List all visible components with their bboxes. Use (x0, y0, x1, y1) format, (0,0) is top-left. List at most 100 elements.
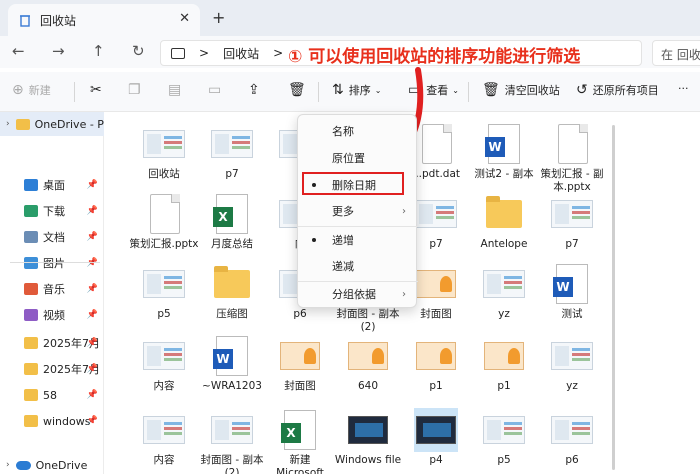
sidebar-item-label: 图片 (43, 257, 65, 270)
menu-item-group-by[interactable]: 分组依据 › (298, 281, 418, 307)
pin-icon[interactable]: 📌 (87, 258, 98, 268)
pin-icon[interactable]: 📌 (87, 416, 98, 426)
sidebar-item-onedrive[interactable]: › OneDrive (0, 454, 104, 474)
breadcrumb-recycle-bin[interactable]: 回收站 (223, 45, 259, 62)
file-item[interactable]: p7 (197, 122, 267, 181)
sidebar-item[interactable]: 图片 📌 (0, 252, 104, 274)
search-input[interactable]: 在 回收站 (652, 40, 700, 66)
file-item[interactable]: Windows file (333, 408, 403, 467)
menu-item-name[interactable]: 名称 (298, 118, 418, 144)
tab-title: 回收站 (40, 13, 77, 28)
file-item[interactable]: W ~WRA1203 (197, 334, 267, 393)
sidebar-item[interactable]: 58 📌 (0, 384, 104, 406)
delete-button[interactable]: 🗑 (288, 82, 311, 98)
sidebar-item[interactable]: 文档 📌 (0, 226, 104, 248)
file-item[interactable]: 策划汇报.pptx (129, 192, 199, 251)
file-name: Windows file (334, 454, 402, 466)
file-item[interactable]: Antelope (469, 192, 539, 251)
image-thumbnail (348, 416, 388, 444)
rename-button[interactable]: ▭ (208, 82, 226, 98)
image-thumbnail (416, 416, 456, 444)
image-thumbnail (143, 416, 185, 444)
file-item[interactable]: 封面图 (265, 334, 335, 393)
menu-item-ascending[interactable]: 递增 (298, 227, 418, 253)
paste-button[interactable]: ▤ (168, 82, 186, 98)
file-item[interactable]: p1 (401, 334, 471, 393)
file-item[interactable]: p4 (401, 408, 471, 467)
pin-icon[interactable]: 📌 (87, 180, 98, 190)
pin-icon[interactable]: 📌 (87, 284, 98, 294)
sidebar-item[interactable]: 下载 📌 (0, 200, 104, 222)
file-item[interactable]: 策划汇报 - 副本.pptx (537, 122, 607, 194)
menu-item-more[interactable]: 更多 › (298, 198, 418, 224)
menu-item-original-location[interactable]: 原位置 (298, 145, 418, 171)
file-item[interactable]: p6 (537, 408, 607, 467)
sidebar-item[interactable]: 2025年7月 📌 (0, 358, 104, 380)
file-name: 封面图 (420, 308, 452, 320)
file-thumbnail (210, 408, 254, 452)
menu-item-descending[interactable]: 递减 (298, 253, 418, 279)
divider (74, 82, 75, 102)
file-item[interactable]: p7 (537, 192, 607, 251)
word-icon: W (553, 264, 588, 304)
sort-button[interactable]: ⇅ 排序 ⌄ (332, 82, 381, 98)
file-item[interactable]: yz (537, 334, 607, 393)
pin-icon[interactable]: 📌 (87, 364, 98, 374)
file-item[interactable]: 压缩图 (197, 262, 267, 321)
document-icon (558, 124, 588, 164)
back-icon[interactable]: ← (12, 42, 25, 60)
more-options-button[interactable]: ··· (678, 82, 689, 95)
empty-recycle-bin-button[interactable]: 🗑 清空回收站 (482, 82, 560, 98)
folder-icon (24, 257, 38, 269)
file-thumbnail: W (550, 262, 594, 306)
file-thumbnail (482, 334, 526, 378)
file-item[interactable]: 内容 (129, 334, 199, 393)
file-name: yz (498, 308, 510, 320)
file-item[interactable]: W 测试2 - 副本 (469, 122, 539, 181)
up-icon[interactable]: ↑ (92, 42, 105, 60)
sidebar-item-onedrive-personal[interactable]: › OneDrive - P (0, 112, 104, 136)
new-tab-button[interactable]: + (212, 8, 225, 27)
tab-recycle-bin[interactable]: 回收站 ✕ (8, 4, 200, 36)
sidebar-item[interactable]: 2025年7月 📌 (0, 332, 104, 354)
sidebar-item[interactable]: 视频 📌 (0, 304, 104, 326)
breadcrumb-separator[interactable]: > (199, 46, 209, 60)
pin-icon[interactable]: 📌 (87, 206, 98, 216)
word-icon: W (213, 336, 248, 376)
pin-icon[interactable]: 📌 (87, 310, 98, 320)
chevron-right-icon: › (402, 205, 406, 217)
file-item[interactable]: X 新建 Microsoft (265, 408, 335, 474)
refresh-icon[interactable]: ↻ (132, 42, 145, 60)
pin-icon[interactable]: 📌 (87, 232, 98, 242)
sidebar-item[interactable]: 音乐 📌 (0, 278, 104, 300)
cut-button[interactable]: ✂ (90, 82, 107, 98)
sidebar-item[interactable]: windows 📌 (0, 410, 104, 432)
share-button[interactable]: ⇪ (248, 82, 265, 98)
file-item[interactable]: p5 (129, 262, 199, 321)
pin-icon[interactable]: 📌 (87, 390, 98, 400)
breadcrumb-separator[interactable]: > (273, 46, 283, 60)
file-item[interactable]: 内容 (129, 408, 199, 467)
pin-icon[interactable]: 📌 (87, 338, 98, 348)
file-item[interactable]: W 测试 (537, 262, 607, 321)
file-item[interactable]: yz (469, 262, 539, 321)
file-item[interactable]: p5 (469, 408, 539, 467)
cloud-icon (15, 460, 31, 470)
file-item[interactable]: 回收站 (129, 122, 199, 181)
file-item[interactable]: 封面图 - 副本 (2) (197, 408, 267, 474)
forward-icon[interactable]: → (52, 42, 65, 60)
new-button[interactable]: ⊕ 新建 (12, 82, 51, 98)
file-name: 压缩图 (216, 308, 248, 320)
scrollbar[interactable] (612, 125, 615, 470)
file-thumbnail: X (210, 192, 254, 236)
close-tab-icon[interactable]: ✕ (179, 11, 190, 26)
file-item[interactable]: p1 (469, 334, 539, 393)
restore-all-button[interactable]: ↺ 还原所有项目 (576, 82, 659, 98)
file-name: 月度总结 (211, 238, 253, 250)
file-thumbnail (414, 334, 458, 378)
sidebar-item[interactable]: 桌面 📌 (0, 174, 104, 196)
file-item[interactable]: X 月度总结 (197, 192, 267, 251)
file-item[interactable]: 640 (333, 334, 403, 393)
file-thumbnail (414, 192, 458, 236)
copy-button[interactable]: ❐ (128, 82, 146, 98)
